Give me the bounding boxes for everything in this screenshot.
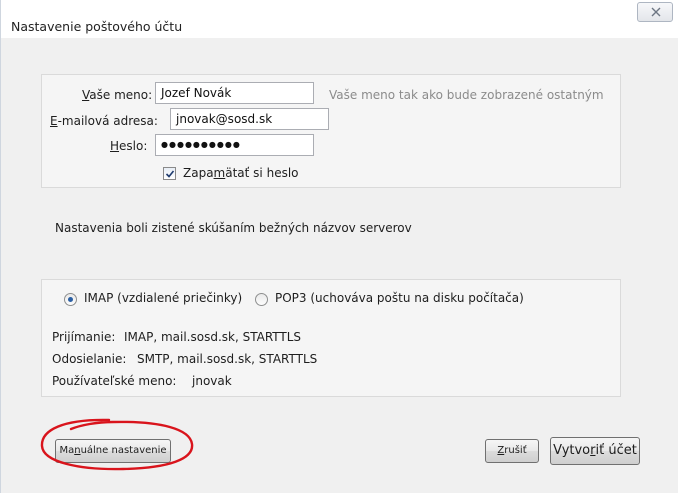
manual-setup-button[interactable]: Manuálne nastavenie [55,439,171,463]
incoming-value: IMAP, mail.sosd.sk, STARTTLS [124,330,302,344]
outgoing-label: Odosielanie: [52,352,127,366]
password-field[interactable]: ●●●●●●●●●● [155,134,314,156]
incoming-label: Prijímanie: [52,330,116,344]
name-field[interactable]: Jozef Novák [155,82,314,104]
imap-radio[interactable] [64,293,77,306]
pop3-option-label[interactable]: POP3 (uchováva poštu na disku počítača) [275,291,524,305]
remember-password-checkbox[interactable] [163,167,176,180]
account-setup-dialog: Nastavenie poštového účtu Vaše meno: Joz… [0,0,678,493]
window-title: Nastavenie poštového účtu [11,19,183,34]
username-value: jnovak [192,374,232,388]
close-x-icon [651,7,661,17]
email-label: E-mailová adresa: [50,114,158,128]
account-details-panel: Vaše meno: Jozef Novák Vaše meno tak ako… [41,74,621,188]
title-bar: Nastavenie poštového účtu [1,0,678,38]
name-hint: Vaše meno tak ako bude zobrazené ostatný… [329,88,604,102]
password-label: Heslo: [110,139,148,153]
close-button[interactable] [637,2,673,22]
remember-password-label[interactable]: Zapamätať si heslo [183,166,299,180]
status-message: Nastavenia boli zistené skúšaním bežných… [55,221,412,235]
outgoing-value: SMTP, mail.sosd.sk, STARTTLS [137,352,318,366]
server-settings-panel: IMAP (vzdialené priečinky) POP3 (uchováv… [41,279,621,397]
create-account-button[interactable]: Vytvoriť účet [550,437,640,465]
email-field[interactable]: jnovak@sosd.sk [170,108,329,130]
name-label: Vaše meno: [82,88,153,102]
imap-option-label[interactable]: IMAP (vzdialené priečinky) [84,291,242,305]
checkmark-icon [165,170,175,178]
pop3-radio[interactable] [255,293,268,306]
username-label: Používateľské meno: [52,374,177,388]
cancel-button[interactable]: Zrušiť [485,439,539,463]
